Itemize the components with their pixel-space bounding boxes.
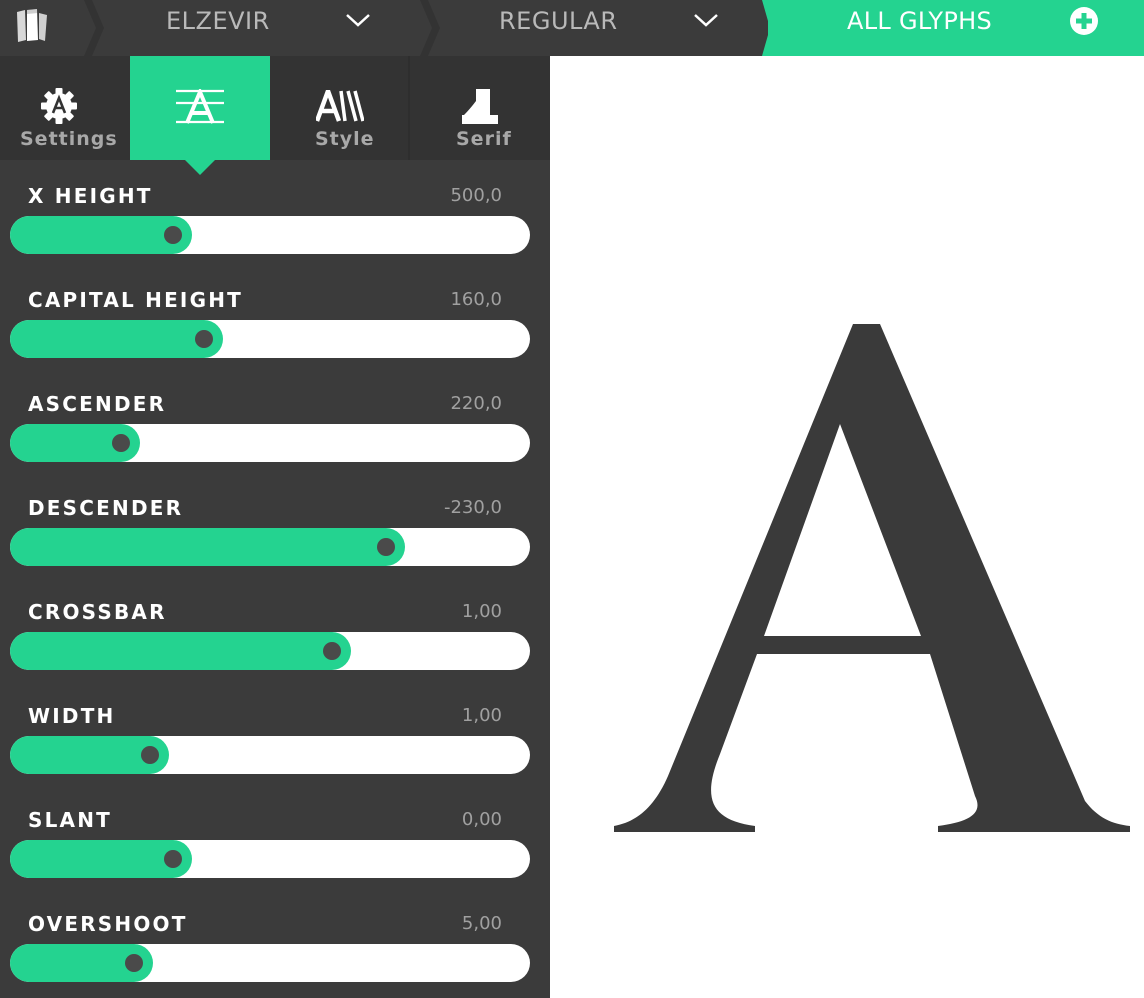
font-family-label: ELZEVIR	[166, 7, 270, 35]
slider-handle[interactable]	[112, 434, 130, 452]
glyph-preview: A	[550, 56, 1144, 998]
slider-fill	[10, 528, 405, 566]
font-style-dropdown[interactable]: REGULAR	[442, 0, 764, 56]
slider-label: X HEIGHT	[28, 184, 153, 208]
slider-value[interactable]: 1,00	[420, 704, 502, 728]
all-glyphs-label: ALL GLYPHS	[847, 7, 992, 35]
font-style-label: REGULAR	[499, 7, 618, 35]
slider-label: WIDTH	[28, 704, 116, 728]
slider-label: CAPITAL HEIGHT	[28, 288, 243, 312]
slider-value[interactable]: 0,00	[420, 808, 502, 832]
all-glyphs-tab[interactable]: ALL GLYPHS	[762, 0, 1144, 56]
slider-value[interactable]: -230,0	[420, 496, 502, 520]
add-plus-icon[interactable]	[1069, 6, 1099, 36]
slider-track[interactable]	[10, 320, 530, 358]
slider-fill	[10, 632, 351, 670]
slider-handle[interactable]	[195, 330, 213, 348]
tab-settings-label: Settings	[20, 128, 118, 150]
slider-label: SLANT	[28, 808, 113, 832]
tab-edge	[762, 0, 776, 56]
slider-value[interactable]: 220,0	[420, 392, 502, 416]
tab-serif-label: Serif	[456, 128, 512, 150]
tab-settings[interactable]: Settings	[0, 56, 130, 160]
slider-label: CROSSBAR	[28, 600, 167, 624]
slider-value[interactable]: 500,0	[420, 184, 502, 208]
slider-label: DESCENDER	[28, 496, 184, 520]
slider-width: WIDTH 1,00	[0, 704, 550, 808]
slider-track[interactable]	[10, 424, 530, 462]
slider-handle[interactable]	[323, 642, 341, 660]
glyph-a-outline	[614, 324, 1130, 832]
breadcrumb-separator	[420, 0, 440, 56]
slider-handle[interactable]	[164, 850, 182, 868]
slider-value[interactable]: 1,00	[420, 600, 502, 624]
slider-capital-height: CAPITAL HEIGHT 160,0	[0, 288, 550, 392]
library-icon[interactable]	[12, 4, 56, 48]
slider-track[interactable]	[10, 632, 530, 670]
slider-ascender: ASCENDER 220,0	[0, 392, 550, 496]
active-tab-pointer	[185, 160, 215, 175]
top-bar: ELZEVIR REGULAR ALL GLYPHS	[0, 0, 1144, 56]
tab-font-metrics[interactable]	[130, 56, 270, 160]
slider-handle[interactable]	[141, 746, 159, 764]
font-family-dropdown[interactable]: ELZEVIR	[106, 0, 416, 56]
parameters-sidebar: Settings Style Serif X HEIGHT 500,0 CAPI…	[0, 56, 550, 998]
slider-overshoot: OVERSHOOT 5,00	[0, 912, 550, 998]
parameter-tabs: Settings Style Serif	[0, 56, 550, 175]
slider-handle[interactable]	[377, 538, 395, 556]
slider-track[interactable]	[10, 840, 530, 878]
slider-handle[interactable]	[164, 226, 182, 244]
slider-track[interactable]	[10, 736, 530, 774]
slider-track[interactable]	[10, 528, 530, 566]
chevron-down-icon	[346, 14, 370, 27]
glyph-canvas	[614, 324, 1130, 832]
slider-slant: SLANT 0,00	[0, 808, 550, 912]
slider-descender: DESCENDER -230,0	[0, 496, 550, 600]
breadcrumb-separator	[84, 0, 104, 56]
slider-value[interactable]: 5,00	[420, 912, 502, 936]
tab-style-label: Style	[315, 128, 375, 150]
slider-label: OVERSHOOT	[28, 912, 188, 936]
style-icon	[316, 90, 364, 122]
tab-style[interactable]: Style	[270, 56, 408, 160]
slider-x-height: X HEIGHT 500,0	[0, 184, 550, 288]
slider-label: ASCENDER	[28, 392, 167, 416]
slider-handle[interactable]	[125, 954, 143, 972]
chevron-down-icon	[694, 14, 718, 27]
slider-value[interactable]: 160,0	[420, 288, 502, 312]
slider-fill	[10, 320, 223, 358]
slider-track[interactable]	[10, 944, 530, 982]
slider-crossbar: CROSSBAR 1,00	[0, 600, 550, 704]
settings-icon	[41, 88, 77, 124]
serif-icon	[462, 89, 498, 124]
slider-track[interactable]	[10, 216, 530, 254]
tab-serif[interactable]: Serif	[410, 56, 550, 160]
font-metrics-icon	[176, 89, 224, 124]
